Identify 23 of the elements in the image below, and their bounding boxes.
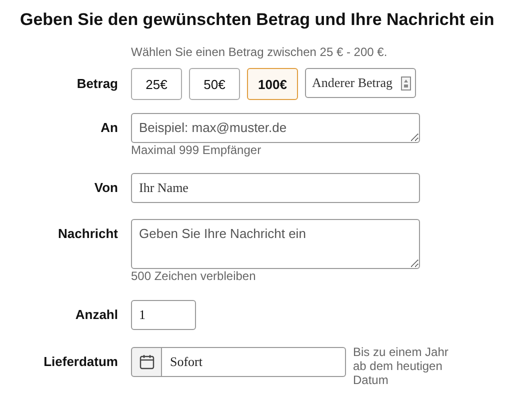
- quantity-field[interactable]: 1: [131, 300, 196, 330]
- message-field[interactable]: Geben Sie Ihre Nachricht ein: [131, 219, 420, 269]
- amount-input-field[interactable]: Anderer Betrag: [305, 68, 416, 98]
- field-label: An: [100, 119, 118, 136]
- spinner-icon[interactable]: [401, 76, 411, 91]
- field-label: Nachricht: [57, 225, 118, 242]
- field-label: Betrag: [76, 75, 118, 93]
- name-field[interactable]: Ihr Name: [131, 173, 420, 203]
- field-label: Von: [93, 179, 118, 197]
- amount-button[interactable]: 100€: [247, 68, 298, 100]
- delivery-note: Bis zu einem Jahr ab dem heutigen Datum: [353, 345, 450, 387]
- field-label: Lieferdatum: [42, 353, 118, 371]
- recipient-field[interactable]: Beispiel: max@muster.de: [131, 113, 420, 143]
- amount-button[interactable]: 25€: [131, 68, 182, 100]
- form-heading: Geben Sie den gewünschten Betrag und Ihre Nachricht ein: [20, 9, 496, 31]
- calendar-button[interactable]: [131, 347, 162, 377]
- calendar-icon: [138, 354, 154, 370]
- amount-button[interactable]: 50€: [189, 68, 240, 100]
- amount-hint: Wählen Sie einen Betrag zwischen 25 € - 200 €.: [131, 45, 388, 59]
- character-count: 500 Zeichen verbleiben: [131, 269, 257, 283]
- field-label: Anzahl: [74, 306, 118, 324]
- recipient-hint: Maximal 999 Empfänger: [131, 143, 262, 157]
- date-field[interactable]: Sofort: [162, 347, 346, 377]
